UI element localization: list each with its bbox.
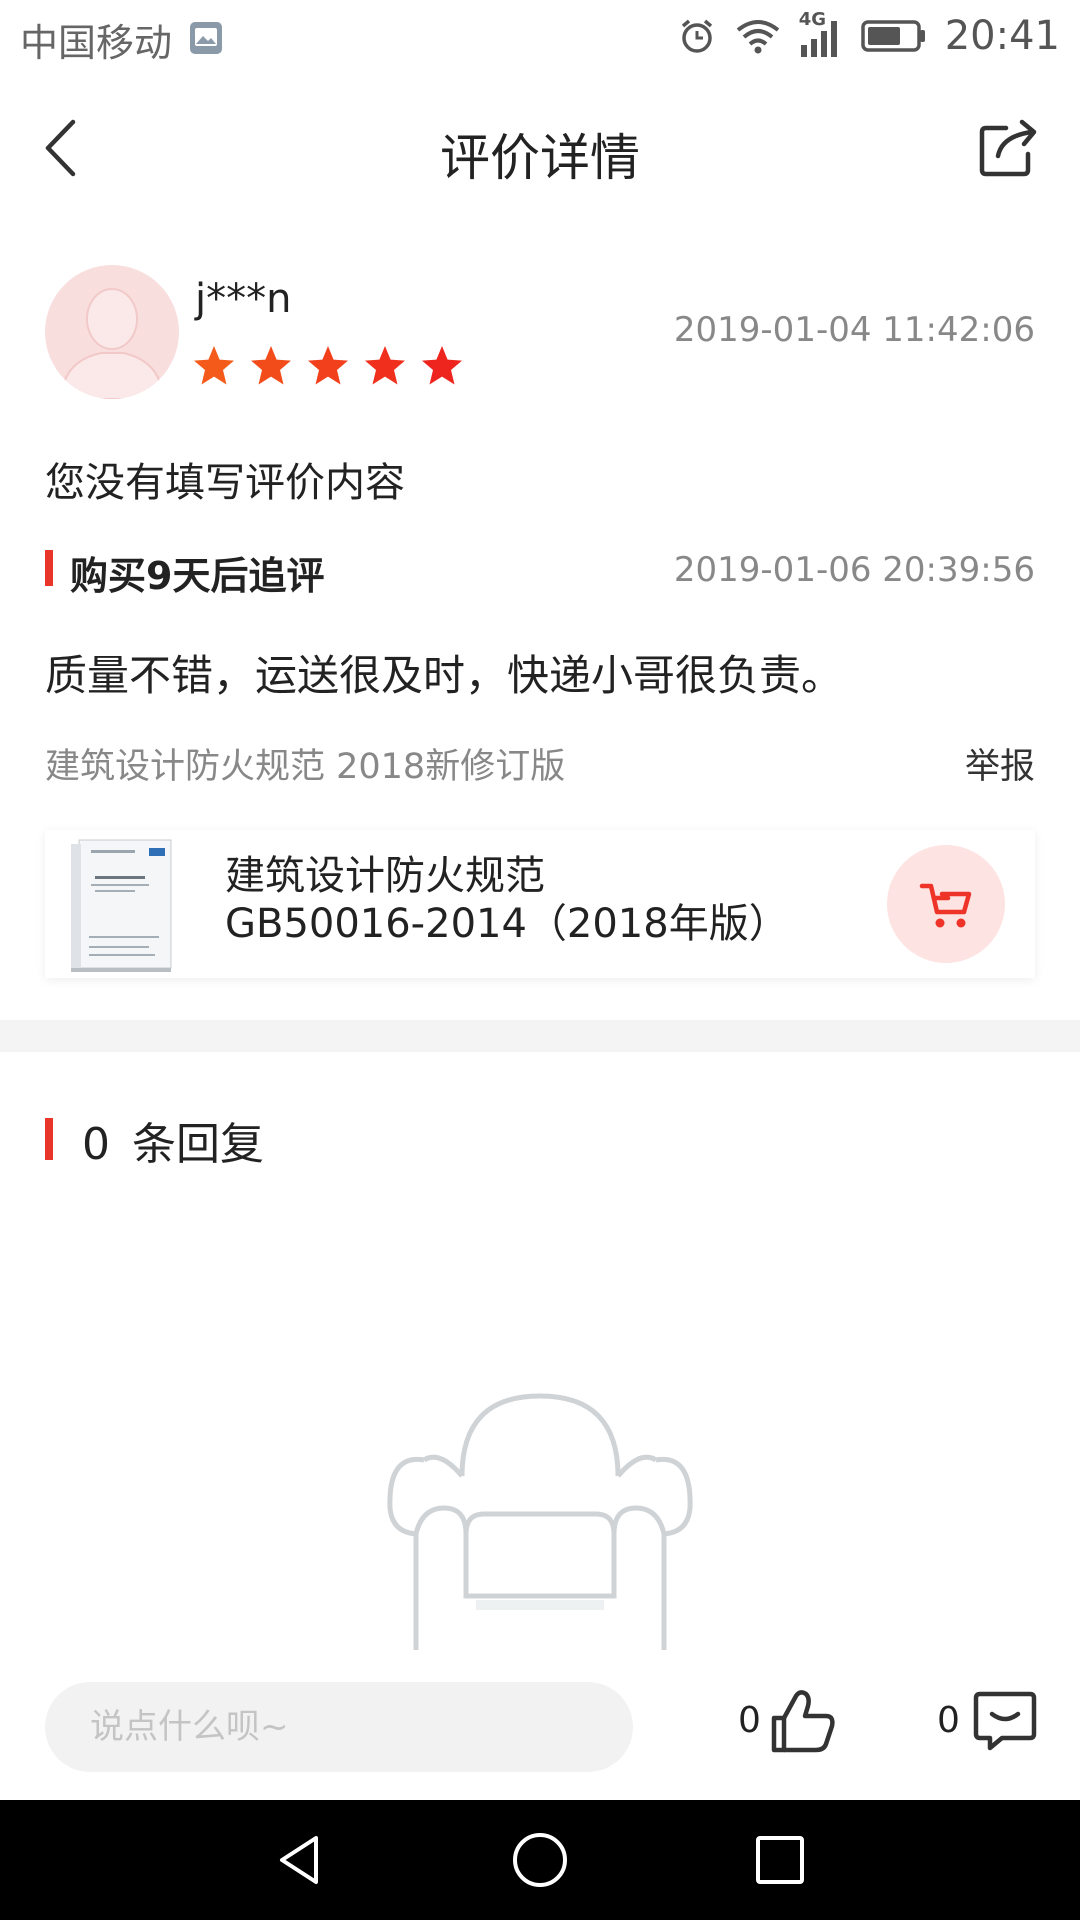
status-bar: 中国移动 4G 20:41 (0, 0, 1080, 72)
signal-icon: 4G (799, 9, 843, 59)
replies-header: 0 条回复 (82, 1108, 264, 1172)
username: j***n (195, 276, 292, 322)
product-name-line2: GB50016-2014（2018年版） (225, 901, 789, 947)
star-icon (194, 346, 234, 385)
avatar[interactable] (45, 265, 179, 399)
reply-count: 0 (82, 1119, 110, 1170)
review-content: 您没有填写评价内容 (45, 460, 405, 506)
product-name: 建筑设计防火规范 GB50016-2014（2018年版） (225, 852, 789, 948)
replies-accent-bar (45, 1118, 53, 1160)
message-icon[interactable] (972, 1690, 1038, 1752)
star-rating (192, 344, 464, 388)
clock: 20:41 (944, 13, 1060, 59)
empty-sofa-icon (387, 1393, 693, 1650)
product-card[interactable]: 建筑设计防火规范 GB50016-2014（2018年版） (45, 830, 1035, 978)
top-nav: 评价详情 (0, 88, 1080, 208)
thumbs-up-icon[interactable] (768, 1688, 838, 1754)
star-icon (365, 346, 405, 385)
page-title: 评价详情 (440, 129, 640, 187)
star-icon (308, 346, 348, 385)
followup-title: 购买9天后追评 (70, 554, 325, 598)
carrier-label: 中国移动 (20, 21, 173, 65)
share-button[interactable] (970, 110, 1046, 186)
section-divider (0, 1020, 1080, 1052)
avatar-icon (59, 288, 165, 399)
star-icon (251, 346, 291, 385)
bottom-action-bar: 0 0 (0, 1660, 1080, 1800)
product-spec: 建筑设计防火规范 2018新修订版 (45, 747, 566, 787)
image-icon (190, 22, 222, 54)
add-to-cart-button[interactable] (887, 845, 1005, 963)
like-count: 0 (738, 1700, 761, 1741)
comment-input[interactable] (45, 1682, 633, 1772)
report-button[interactable]: 举报 (965, 738, 1035, 789)
system-nav-bar (0, 1800, 1080, 1920)
status-icons: 4G 20:41 (677, 9, 1060, 62)
product-thumbnail (71, 839, 172, 972)
product-name-line1: 建筑设计防火规范 (225, 853, 545, 899)
alarm-icon (681, 19, 712, 53)
followup-timestamp: 2019-01-06 20:39:56 (673, 550, 1035, 590)
nav-recent-icon[interactable] (750, 1830, 810, 1890)
followup-accent-bar (45, 550, 53, 586)
review-timestamp: 2019-01-04 11:42:06 (673, 310, 1035, 350)
nav-back-icon[interactable] (270, 1830, 330, 1890)
nav-home-icon[interactable] (510, 1830, 570, 1890)
battery-icon (860, 20, 925, 52)
followup-content: 质量不错，运送很及时，快递小哥很负责。 (45, 651, 844, 700)
message-count: 0 (937, 1700, 960, 1741)
share-icon (979, 119, 1037, 177)
cart-icon (919, 883, 972, 928)
reply-label: 条回复 (132, 1119, 264, 1170)
star-icon (422, 346, 462, 385)
wifi-icon (736, 20, 779, 54)
